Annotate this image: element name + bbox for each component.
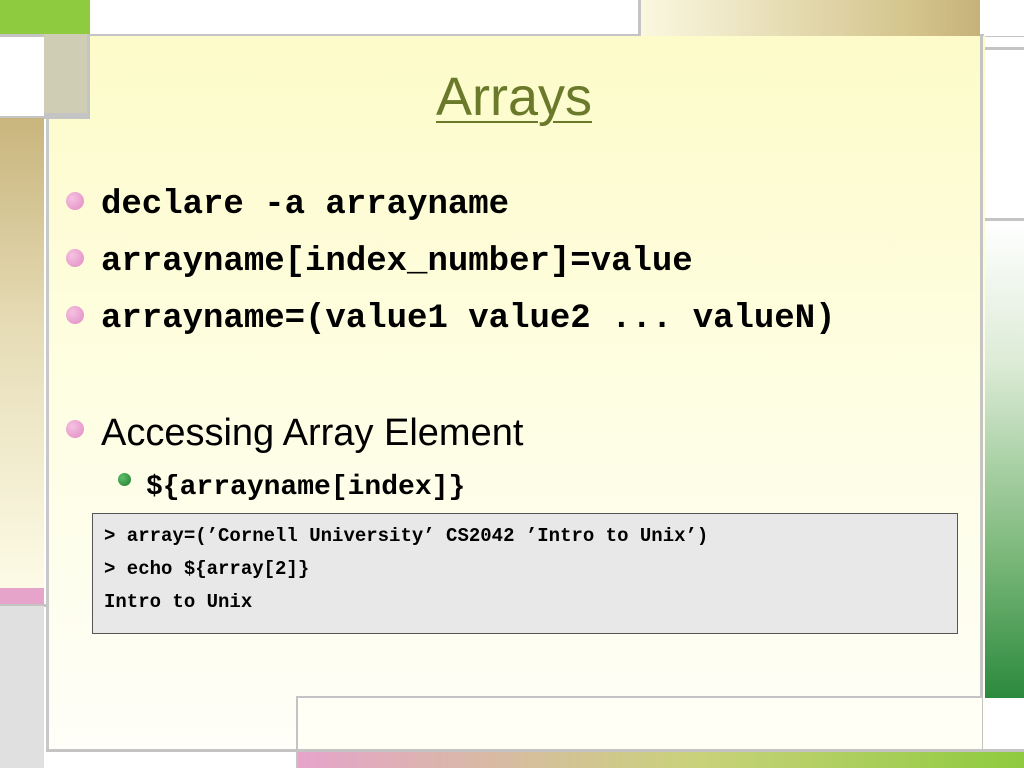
- decor-line-right: [982, 218, 1024, 221]
- bullet-assign-list: arrayname=(value1 value2 ... valueN): [101, 300, 836, 338]
- slide-title: Arrays: [435, 67, 592, 127]
- decor-tan-top: [640, 0, 980, 36]
- terminal-line: > array=(’Cornell University’ CS2042 ’In…: [104, 525, 709, 547]
- decor-green-block: [0, 0, 90, 34]
- terminal-example: > array=(’Cornell University’ CS2042 ’In…: [92, 513, 958, 634]
- pink-bullet-icon: [66, 249, 84, 267]
- decor-right-white: [984, 50, 1024, 218]
- decor-pink-left: [0, 588, 44, 604]
- pink-bullet-icon: [66, 306, 84, 324]
- sub-bullet-syntax: ${arrayname[index]}: [146, 472, 466, 503]
- decor-bottom-panel: [298, 698, 982, 750]
- bullet-assign-index: arrayname[index_number]=value: [101, 243, 693, 281]
- green-bullet-icon: [118, 473, 131, 486]
- slide-panel: [46, 36, 985, 750]
- section-heading: Accessing Array Element: [101, 412, 524, 454]
- terminal-line: > echo ${array[2]}: [104, 558, 310, 580]
- decor-right-top: [984, 0, 1024, 36]
- bullet-declare: declare -a arrayname: [101, 186, 510, 224]
- pink-bullet-icon: [66, 420, 84, 438]
- decor-gray-left-bottom: [0, 606, 44, 768]
- decor-tan-left: [0, 118, 44, 588]
- decor-green-right: [984, 222, 1024, 698]
- decor-bottom-strip: [298, 752, 1024, 768]
- terminal-output: Intro to Unix: [104, 591, 253, 613]
- decor-line-right-edge: [980, 36, 983, 768]
- pink-bullet-icon: [66, 192, 84, 210]
